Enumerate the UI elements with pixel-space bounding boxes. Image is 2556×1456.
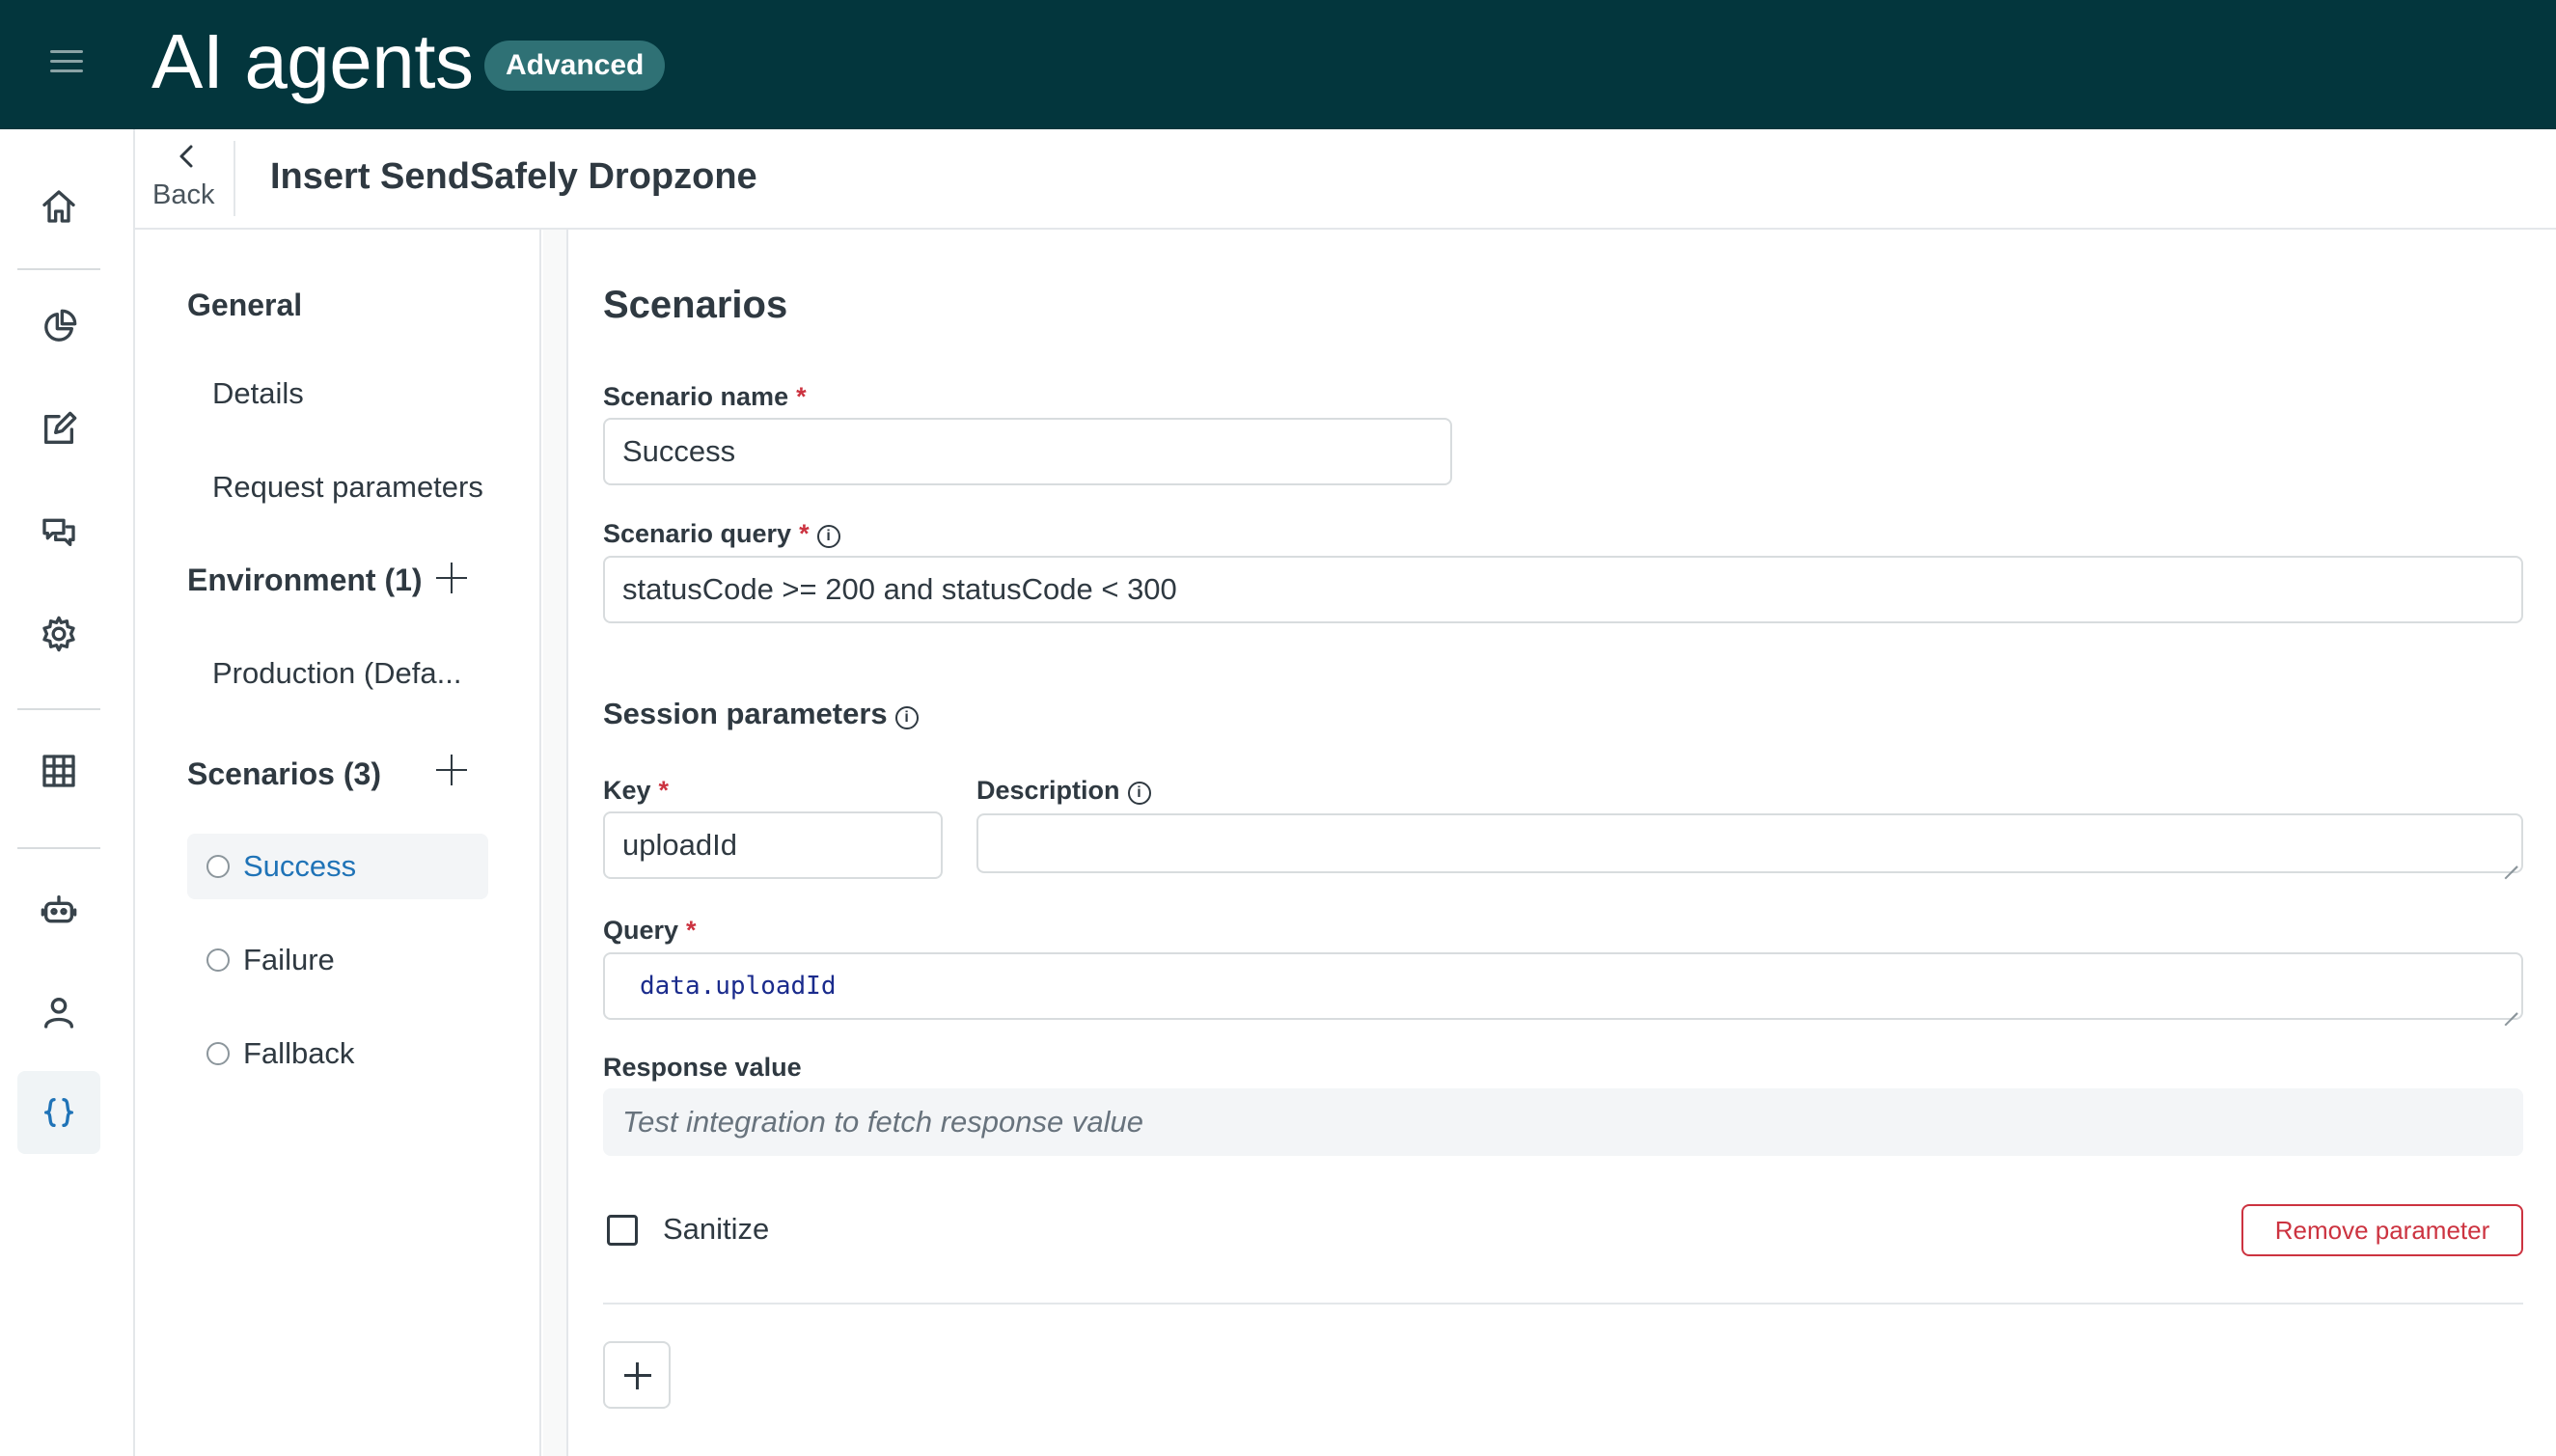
table-icon[interactable] xyxy=(17,729,100,812)
required-mark: * xyxy=(658,776,670,805)
page-header: Back Insert SendSafely Dropzone xyxy=(135,129,2556,230)
chevron-left-icon xyxy=(179,145,193,168)
scenario-radio xyxy=(206,1042,230,1065)
response-value-label: Response value xyxy=(603,1053,802,1082)
label-text: Query xyxy=(603,916,679,945)
nav-divider xyxy=(17,708,100,710)
label-text: Scenario name xyxy=(603,382,789,411)
panel-gutter xyxy=(543,230,568,1456)
resize-handle[interactable] xyxy=(2504,854,2517,867)
response-value-field: Test integration to fetch response value xyxy=(603,1088,2523,1156)
scenario-item-failure[interactable]: Failure xyxy=(187,927,488,993)
required-mark: * xyxy=(796,382,807,411)
info-icon[interactable]: i xyxy=(894,706,919,729)
header-divider xyxy=(234,141,235,216)
description-label: Description i xyxy=(976,776,1151,806)
integration-sidebar: General Details Request parameters Envir… xyxy=(135,230,541,1456)
back-label: Back xyxy=(152,179,215,210)
menu-icon[interactable] xyxy=(50,48,83,75)
reports-icon[interactable] xyxy=(17,286,100,369)
description-textarea[interactable] xyxy=(976,813,2523,873)
sanitize-checkbox[interactable] xyxy=(607,1215,638,1246)
sidebar-item-request-parameters[interactable]: Request parameters xyxy=(212,470,483,505)
label-text: Key xyxy=(603,776,651,805)
left-icon-nav xyxy=(0,129,135,1456)
add-environment-button[interactable] xyxy=(436,563,467,593)
info-icon[interactable]: i xyxy=(1127,782,1151,805)
home-icon[interactable] xyxy=(17,165,100,248)
resize-handle[interactable] xyxy=(2504,1001,2517,1014)
scenario-radio xyxy=(206,855,230,878)
required-mark: * xyxy=(686,916,697,945)
label-text: Session parameters xyxy=(603,697,888,730)
query-label: Query * xyxy=(603,916,697,946)
scenario-item-success[interactable]: Success xyxy=(187,834,488,899)
settings-icon[interactable] xyxy=(17,592,100,675)
scenario-editor: Scenarios Scenario name * Success Scenari… xyxy=(570,230,2556,1456)
label-text: Scenario query xyxy=(603,519,792,548)
sidebar-item-production[interactable]: Production (Defa... xyxy=(212,656,461,691)
info-icon[interactable]: i xyxy=(816,525,840,548)
scenario-name-label: Scenario name * xyxy=(603,382,807,412)
scenario-query-input[interactable]: statusCode >= 200 and statusCode < 300 xyxy=(603,556,2523,623)
bot-icon[interactable] xyxy=(17,868,100,951)
query-value: data.uploadId xyxy=(640,972,837,1001)
remove-parameter-button[interactable]: Remove parameter xyxy=(2241,1204,2523,1256)
top-bar: AI agents Advanced xyxy=(0,0,2556,129)
scenario-item-fallback[interactable]: Fallback xyxy=(187,1021,488,1086)
key-label: Key * xyxy=(603,776,669,806)
add-scenario-button[interactable] xyxy=(436,755,467,785)
conversations-icon[interactable] xyxy=(17,490,100,573)
label-text: Description xyxy=(976,776,1120,805)
add-parameter-button[interactable] xyxy=(603,1341,671,1409)
app-title: AI agents xyxy=(151,18,474,104)
scenario-query-label: Scenario query * i xyxy=(603,519,840,549)
section-divider xyxy=(603,1303,2523,1305)
scenario-radio xyxy=(206,948,230,972)
nav-divider xyxy=(17,268,100,270)
scenario-label: Success xyxy=(243,849,357,883)
code-braces-icon[interactable] xyxy=(17,1071,100,1154)
scenario-label: Fallback xyxy=(243,1036,355,1070)
edit-icon[interactable] xyxy=(17,388,100,471)
sidebar-item-details[interactable]: Details xyxy=(212,376,304,411)
user-icon[interactable] xyxy=(17,971,100,1054)
sidebar-heading-environment: Environment (1) xyxy=(187,563,423,597)
query-editor[interactable]: data.uploadId xyxy=(603,952,2523,1020)
back-button[interactable]: Back xyxy=(135,129,234,228)
plan-badge: Advanced xyxy=(484,41,666,91)
nav-divider xyxy=(17,847,100,849)
sidebar-heading-scenarios: Scenarios (3) xyxy=(187,756,381,791)
key-input[interactable]: uploadId xyxy=(603,811,943,879)
page-title: Insert SendSafely Dropzone xyxy=(270,156,757,197)
scenario-label: Failure xyxy=(243,943,335,976)
section-title: Scenarios xyxy=(603,284,788,326)
scenario-name-input[interactable]: Success xyxy=(603,418,1452,485)
required-mark: * xyxy=(799,519,810,548)
sidebar-heading-general: General xyxy=(187,288,303,322)
session-parameters-title: Session parameters i xyxy=(603,697,919,731)
sanitize-label[interactable]: Sanitize xyxy=(663,1212,769,1247)
